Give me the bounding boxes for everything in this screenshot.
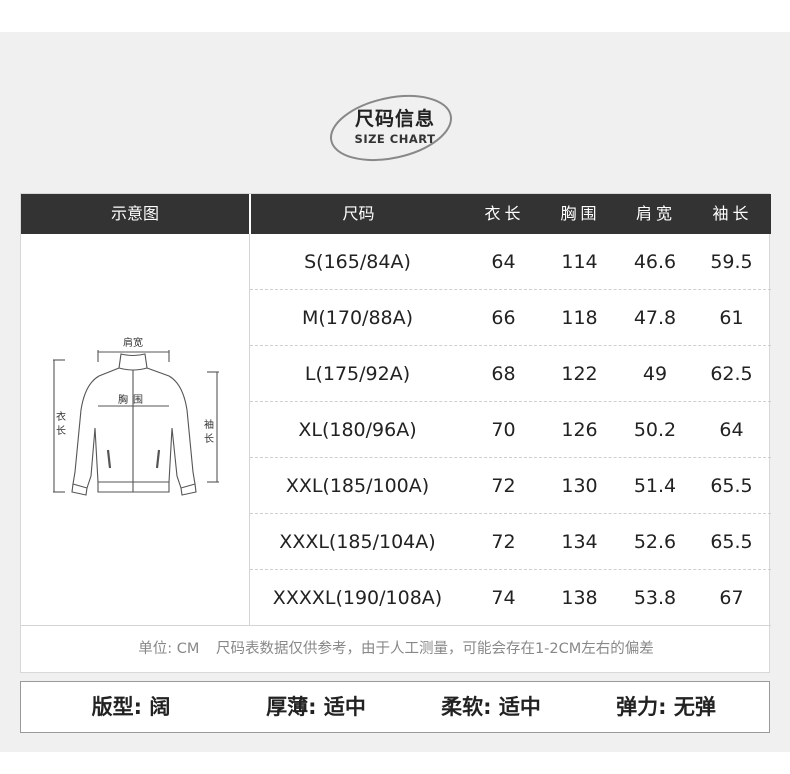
cell-sleeve: 62.5: [710, 363, 753, 385]
label-shoulder: 肩宽: [123, 336, 143, 349]
table-header: 示意图 尺码 衣长 胸围 肩宽 袖长: [21, 194, 771, 234]
header-size: 尺码: [342, 204, 375, 223]
cell-length: 74: [491, 587, 516, 609]
cell-chest: 126: [561, 419, 598, 441]
cell-sleeve: 67: [719, 587, 744, 609]
cell-length: 72: [491, 475, 516, 497]
cell-length: 68: [491, 363, 516, 385]
cell-size: XL(180/96A): [298, 419, 417, 441]
note-unit: 单位: CM: [138, 641, 200, 657]
label-chest: 胸围: [118, 393, 148, 406]
cell-length: 64: [491, 251, 516, 273]
spec-elasticity-label: 弹力:: [616, 695, 667, 719]
header-length: 衣长: [484, 204, 525, 223]
cell-shoulder: 46.6: [633, 251, 677, 273]
cell-sleeve: 65.5: [710, 475, 753, 497]
cell-sleeve: 65.5: [710, 531, 753, 553]
table-row: XXXL(185/104A) 72 134 52.6 65.5: [250, 514, 771, 570]
spec-thickness-value: 适中: [323, 695, 366, 719]
cell-chest: 130: [561, 475, 598, 497]
top-band: [0, 0, 790, 32]
spec-fit-value: 阔: [149, 695, 171, 719]
cell-length: 72: [491, 531, 516, 553]
jacket-diagram: 肩宽 胸围 衣 长 袖 长: [53, 336, 219, 496]
header-diagram: 示意图: [110, 204, 159, 223]
spec-elasticity-value: 无弹: [673, 695, 716, 719]
table-body: S(165/84A) 64 114 46.6 59.5 M(170/88A) 6…: [250, 234, 771, 626]
measurement-note: 单位: CM 尺码表数据仅供参考，由于人工测量，可能会存在1-2CM左右的偏差: [21, 625, 771, 673]
title-chinese: 尺码信息: [354, 108, 435, 130]
cell-size: XXL(185/100A): [285, 475, 430, 497]
label-sleeve-2: 长: [204, 433, 214, 445]
cell-shoulder: 50.2: [633, 419, 677, 441]
cell-shoulder: 52.6: [633, 531, 677, 553]
label-sleeve-1: 袖: [204, 418, 214, 431]
cell-chest: 134: [561, 531, 598, 553]
cell-sleeve: 61: [719, 307, 744, 329]
table-row: S(165/84A) 64 114 46.6 59.5: [250, 234, 771, 290]
diagram-cell: 肩宽 胸围 衣 长 袖 长: [21, 234, 250, 625]
header-chest: 胸围: [560, 204, 601, 223]
cell-shoulder: 47.8: [633, 307, 677, 329]
spec-fit: 版型: 阔: [61, 682, 201, 732]
spec-thickness: 厚薄: 适中: [236, 682, 396, 732]
spec-thickness-label: 厚薄:: [266, 695, 317, 719]
cell-size: XXXXL(190/108A): [272, 587, 443, 609]
cell-size: L(175/92A): [304, 363, 411, 385]
cell-chest: 114: [561, 251, 598, 273]
fabric-specs: 版型: 阔 厚薄: 适中 柔软: 适中 弹力: 无弹: [20, 681, 770, 733]
size-table: 示意图 尺码 衣长 胸围 肩宽 袖长 肩宽 胸围 衣 长 袖 长 S(165/8…: [20, 193, 771, 673]
note-text: 尺码表数据仅供参考，由于人工测量，可能会存在1-2CM左右的偏差: [215, 641, 654, 657]
cell-length: 66: [491, 307, 516, 329]
spec-elasticity: 弹力: 无弹: [586, 682, 746, 732]
cell-sleeve: 64: [719, 419, 744, 441]
spec-fit-label: 版型:: [91, 695, 143, 719]
table-row: M(170/88A) 66 118 47.8 61: [250, 290, 771, 346]
table-row: L(175/92A) 68 122 49 62.5: [250, 346, 771, 402]
cell-size: M(170/88A): [301, 307, 414, 329]
label-length-1: 衣: [56, 410, 66, 423]
cell-shoulder: 49: [642, 363, 668, 385]
header-shoulder: 肩宽: [635, 204, 676, 223]
cell-chest: 118: [561, 307, 598, 329]
cell-shoulder: 53.8: [633, 587, 677, 609]
label-length-2: 长: [56, 425, 66, 437]
cell-chest: 122: [561, 363, 598, 385]
spec-softness-label: 柔软:: [441, 695, 492, 719]
table-row: XXL(185/100A) 72 130 51.4 65.5: [250, 458, 771, 514]
cell-chest: 138: [561, 587, 598, 609]
cell-shoulder: 51.4: [633, 475, 677, 497]
cell-length: 70: [491, 419, 516, 441]
table-row: XL(180/96A) 70 126 50.2 64: [250, 402, 771, 458]
spec-softness-value: 适中: [498, 695, 541, 719]
table-row: XXXXL(190/108A) 74 138 53.8 67: [250, 570, 771, 626]
cell-sleeve: 59.5: [710, 251, 753, 273]
cell-size: XXXL(185/104A): [279, 531, 436, 553]
header-sleeve: 袖长: [712, 204, 753, 223]
cell-size: S(165/84A): [304, 251, 411, 273]
bottom-band: [0, 752, 790, 774]
title-english: SIZE CHART: [354, 132, 436, 146]
spec-softness: 柔软: 适中: [411, 682, 571, 732]
size-chart-title: 尺码信息 SIZE CHART: [325, 92, 465, 164]
